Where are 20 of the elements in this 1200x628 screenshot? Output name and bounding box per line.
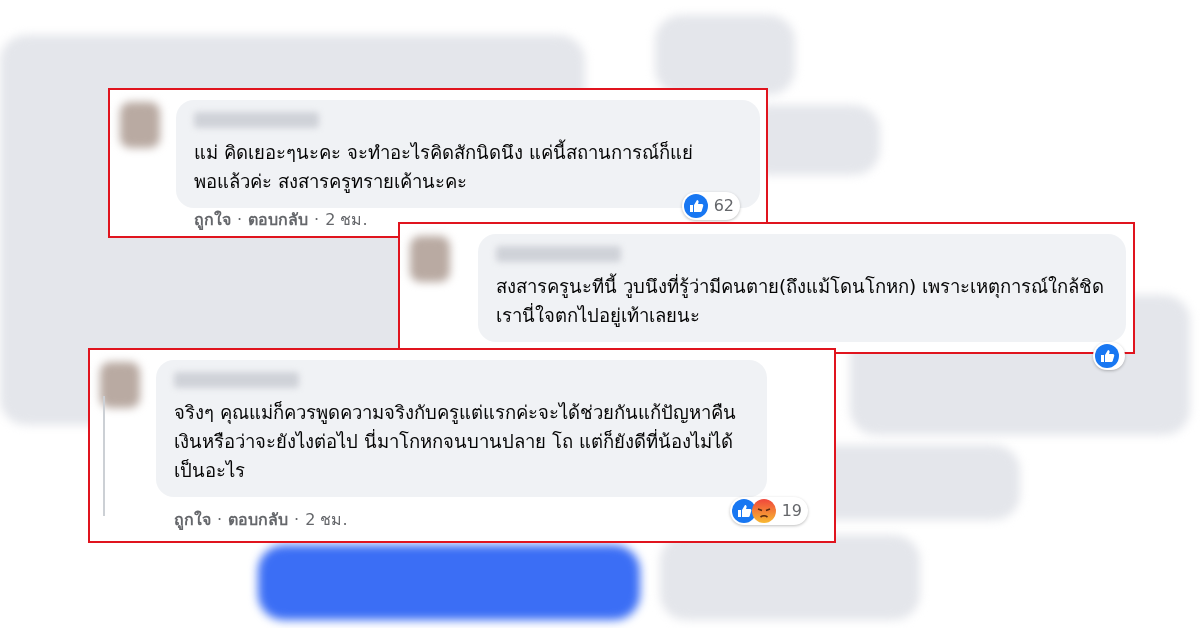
reply-link[interactable]: ตอบกลับ: [248, 208, 309, 232]
timestamp: 2 ชม.: [305, 509, 348, 531]
reaction-badge[interactable]: 62: [681, 192, 740, 220]
reaction-badge[interactable]: [1093, 342, 1125, 370]
separator-dot: ·: [294, 509, 300, 531]
reaction-count: 19: [781, 500, 802, 522]
timestamp: 2 ชม.: [325, 209, 368, 231]
like-link[interactable]: ถูกใจ: [174, 508, 211, 532]
reaction-count: 62: [713, 195, 734, 217]
comment-text: สงสารครูนะทีนี้ วูบนึงที่รู้ว่ามีคนตาย(ถึงแม้โดนโกหก) เพราะเหตุการณ์ใกล้ชิดเรานี่ใจตกไปอยู่เท้าเลยนะ: [496, 272, 1108, 330]
avatar: [120, 102, 160, 148]
avatar: [410, 236, 450, 282]
reply-link[interactable]: ตอบกลับ: [228, 508, 289, 532]
like-link[interactable]: ถูกใจ: [194, 208, 231, 232]
avatar: [100, 362, 140, 408]
comment-text: จริงๆ คุณแม่ก็ควรพูดความจริงกับครูแต่แรกค่ะจะได้ช่วยกันแก้ปัญหาคืนเงินหรือว่าจะยังไงต่อไป นี่มาโกหกจนบานปลาย โถ แต่ก็ยังดีที่น้องไม่ได้เป็นอะไร: [174, 400, 737, 483]
separator-dot: ·: [314, 209, 320, 231]
separator-dot: ·: [237, 209, 243, 231]
separator-dot: ·: [217, 509, 223, 531]
reaction-badge[interactable]: 19: [729, 497, 808, 525]
